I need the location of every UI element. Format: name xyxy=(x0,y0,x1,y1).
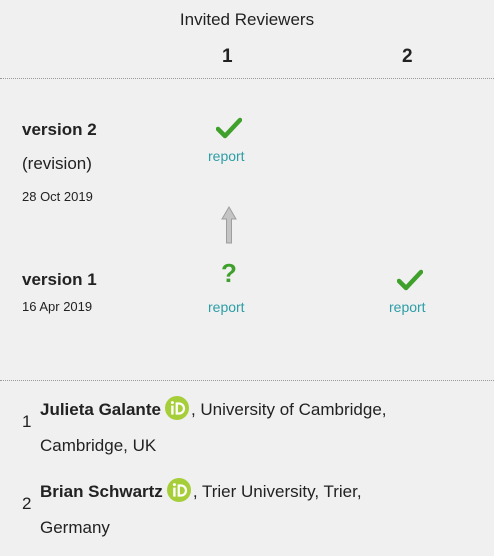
version-1-reviewer-2-report-link[interactable]: report xyxy=(389,299,426,315)
reviewer-1-affiliation: , University of Cambridge, xyxy=(190,400,387,419)
reviewer-column-2: 2 xyxy=(402,46,413,67)
version-1-date: 16 Apr 2019 xyxy=(22,299,93,314)
reviewer-1-location: Cambridge, UK xyxy=(40,436,157,455)
reservations-question-icon: ? xyxy=(221,258,237,288)
version-2-label[interactable]: version 2 xyxy=(22,120,97,140)
header-divider xyxy=(0,78,494,79)
reviewer-2-name[interactable]: Brian Schwartz xyxy=(40,482,163,501)
reviewer-1-name[interactable]: Julieta Galante xyxy=(40,400,161,419)
version-up-arrow-icon xyxy=(221,206,237,244)
orcid-icon[interactable] xyxy=(164,396,189,420)
approved-check-icon xyxy=(216,117,242,139)
version-1-label[interactable]: version 1 xyxy=(22,270,97,290)
orcid-icon[interactable] xyxy=(166,478,191,502)
reviewer-column-1: 1 xyxy=(222,46,233,67)
reviewer-2-entry: Brian Schwartz , Trier University, Trier… xyxy=(40,474,490,546)
approved-check-icon xyxy=(397,269,423,291)
version-2-note: (revision) xyxy=(22,154,92,173)
reviewer-1-number: 1 xyxy=(22,412,32,431)
reviewer-2-location: Germany xyxy=(40,518,110,537)
version-2-date: 28 Oct 2019 xyxy=(22,189,93,204)
reviewer-2-number: 2 xyxy=(22,494,32,513)
reviewer-2-affiliation: , Trier University, Trier, xyxy=(192,482,362,501)
version-1-reviewer-1-report-link[interactable]: report xyxy=(208,299,245,315)
reviewers-divider xyxy=(0,380,494,381)
version-2-reviewer-1-report-link[interactable]: report xyxy=(208,148,245,164)
reviewer-1-entry: Julieta Galante , University of Cambridg… xyxy=(40,392,490,464)
invited-reviewers-header: Invited Reviewers xyxy=(179,10,315,29)
